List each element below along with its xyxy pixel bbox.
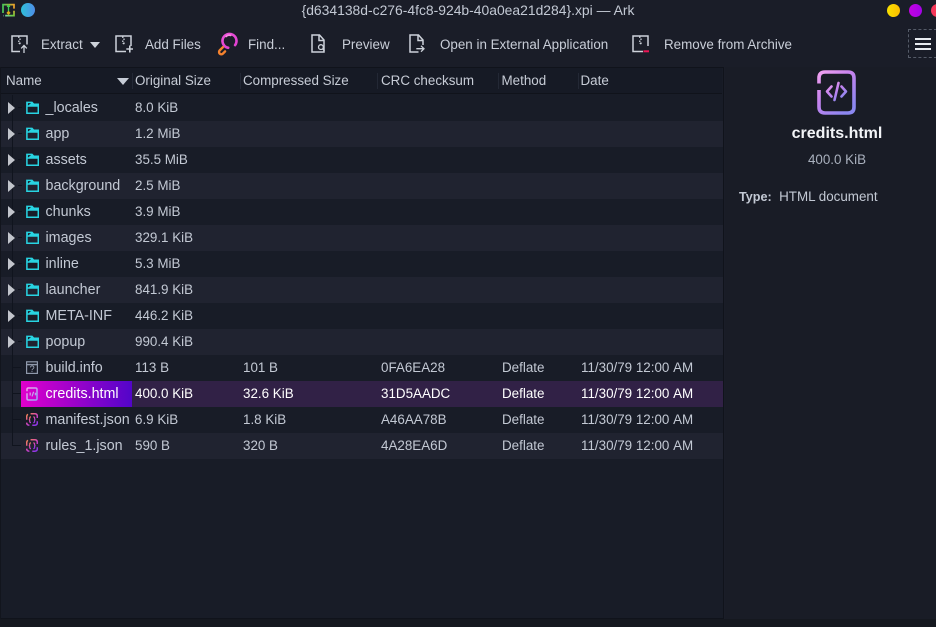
svg-text:?: ? (30, 364, 35, 374)
